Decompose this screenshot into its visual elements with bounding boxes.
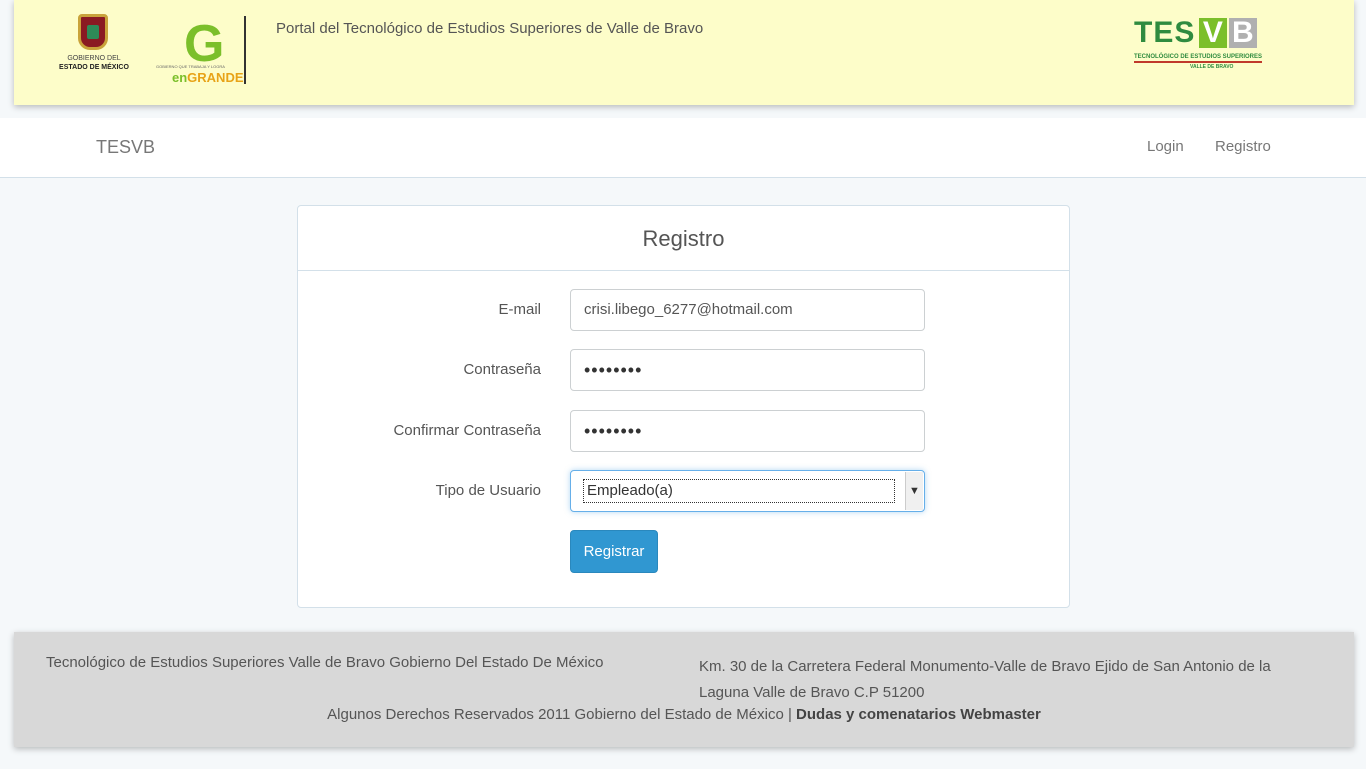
top-banner: GOBIERNO DEL ESTADO DE MÉXICO G GOBIERNO…: [14, 0, 1354, 105]
tesvb-logo: TES V B TECNOLÓGICO DE ESTUDIOS SUPERIORES…: [1134, 16, 1282, 90]
tesvb-logo-subtitle: TECNOLÓGICO DE ESTUDIOS SUPERIORES: [1134, 54, 1263, 63]
user-type-label: Tipo de Usuario: [435, 482, 541, 499]
logo-divider: [244, 16, 246, 84]
confirm-password-label: Confirmar Contraseña: [393, 422, 541, 439]
registration-panel: Registro E-mail crisi.libego_6277@hotmai…: [297, 205, 1070, 608]
tesvb-logo-b: B: [1229, 18, 1258, 48]
engrande-grande: GRANDE: [187, 70, 244, 85]
footer: Tecnológico de Estudios Superiores Valle…: [14, 632, 1354, 747]
password-label: Contraseña: [463, 361, 541, 378]
portal-title: Portal del Tecnológico de Estudios Super…: [276, 20, 704, 37]
g-logo-icon: G: [184, 15, 225, 73]
navbar: TESVB Login Registro: [0, 118, 1366, 178]
gob-logo-line2: ESTADO DE MÉXICO: [59, 64, 129, 71]
tesvb-logo-location: VALLE DE BRAVO: [1190, 64, 1234, 70]
gobierno-estado-mexico-logo: GOBIERNO DEL ESTADO DE MÉXICO: [44, 14, 144, 94]
nav-registro-link[interactable]: Registro: [1215, 138, 1271, 155]
user-type-row: Tipo de Usuario Empleado(a) ▼: [298, 470, 1071, 512]
footer-address: Km. 30 de la Carretera Federal Monumento…: [699, 658, 1271, 701]
confirm-password-row: Confirmar Contraseña ••••••••: [298, 410, 1071, 452]
registrar-button[interactable]: Registrar: [570, 530, 658, 573]
footer-rights: Algunos Derechos Reservados 2011 Gobiern…: [14, 706, 1354, 723]
tesvb-logo-tes: TES: [1134, 16, 1196, 49]
webmaster-link[interactable]: Dudas y comenatarios Webmaster: [796, 706, 1041, 723]
coat-of-arms-icon: [78, 14, 108, 50]
footer-rights-text: Algunos Derechos Reservados 2011 Gobiern…: [327, 706, 797, 723]
panel-title: Registro: [298, 206, 1069, 271]
footer-institution: Tecnológico de Estudios Superiores Valle…: [46, 654, 604, 671]
user-type-selected-value: Empleado(a): [583, 479, 895, 503]
email-input[interactable]: crisi.libego_6277@hotmail.com: [570, 289, 925, 331]
engrande-tagline: GOBIERNO QUE TRABAJA Y LOGRA: [156, 64, 225, 69]
tesvb-logo-v: V: [1199, 18, 1228, 48]
chevron-down-icon[interactable]: ▼: [905, 472, 923, 510]
password-row: Contraseña ••••••••: [298, 349, 1071, 391]
gob-logo-line1: GOBIERNO DEL: [67, 55, 121, 62]
engrande-logo: G GOBIERNO QUE TRABAJA Y LOGRA enGRANDE: [156, 14, 246, 86]
nav-login-link[interactable]: Login: [1147, 138, 1184, 155]
email-label: E-mail: [498, 301, 541, 318]
password-input[interactable]: ••••••••: [570, 349, 925, 391]
email-row: E-mail crisi.libego_6277@hotmail.com: [298, 289, 1071, 331]
confirm-password-input[interactable]: ••••••••: [570, 410, 925, 452]
user-type-select[interactable]: Empleado(a) ▼: [570, 470, 925, 512]
navbar-brand[interactable]: TESVB: [96, 137, 155, 158]
engrande-en: en: [172, 70, 188, 85]
